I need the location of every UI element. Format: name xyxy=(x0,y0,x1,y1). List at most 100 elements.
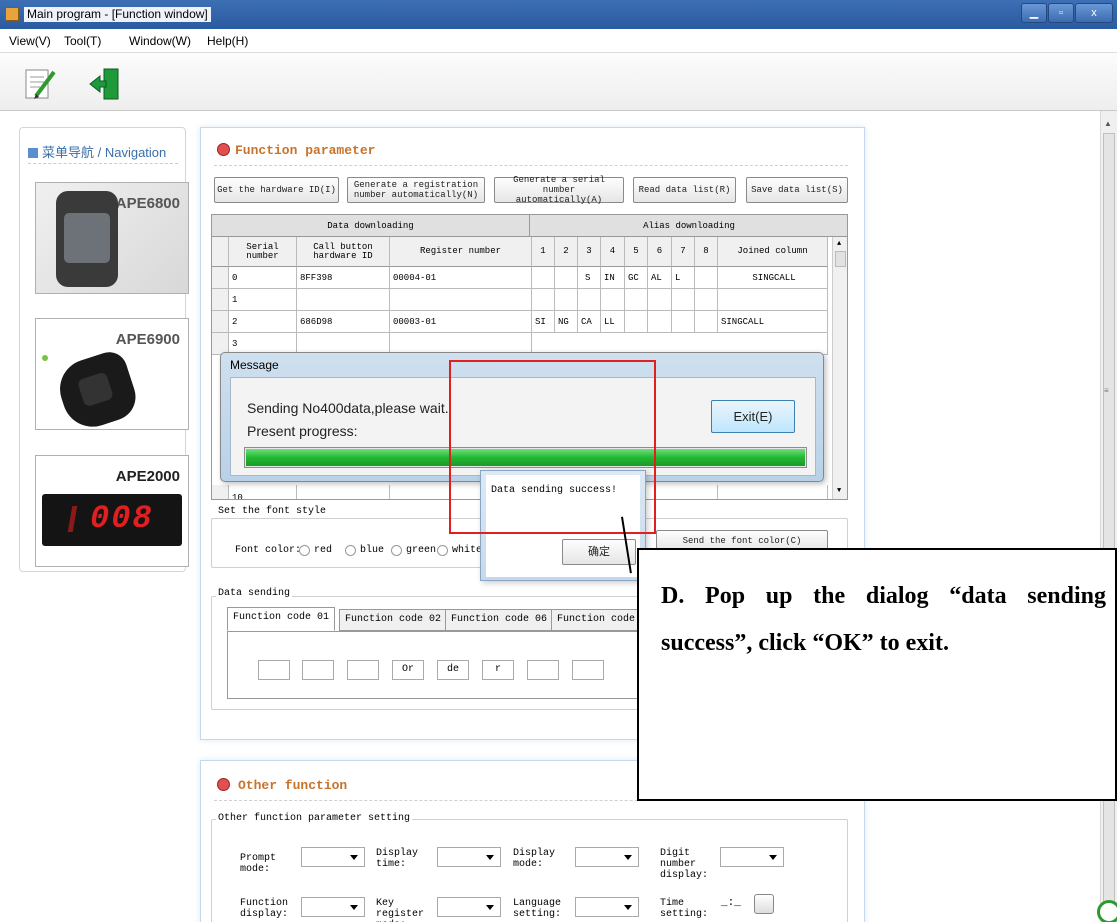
edit-icon[interactable] xyxy=(22,64,58,104)
scroll-down-icon[interactable]: ▼ xyxy=(837,487,841,495)
column-header[interactable]: 8 xyxy=(695,237,718,267)
table-cell[interactable]: SINGCALL xyxy=(718,267,828,289)
table-cell[interactable]: CA xyxy=(578,311,601,333)
function-display-select[interactable] xyxy=(301,897,365,917)
code-input-4[interactable]: Or xyxy=(392,660,424,680)
table-cell[interactable]: NG xyxy=(555,311,578,333)
key-register-select[interactable] xyxy=(437,897,501,917)
column-header[interactable]: 7 xyxy=(672,237,695,267)
menu-help[interactable]: Help(H) xyxy=(207,34,248,48)
menu-window[interactable]: Window(W) xyxy=(129,34,191,48)
read-data-list-button[interactable]: Read data list(R) xyxy=(633,177,736,203)
table-cell[interactable] xyxy=(297,289,390,311)
table-cell[interactable]: AL xyxy=(648,267,672,289)
column-header[interactable]: 6 xyxy=(648,237,672,267)
table-cell[interactable]: 10 xyxy=(229,485,297,499)
column-header[interactable]: 5 xyxy=(625,237,648,267)
column-header[interactable]: Register number xyxy=(390,237,532,267)
table-cell[interactable] xyxy=(718,485,828,499)
table-cell[interactable]: SI xyxy=(532,311,555,333)
close-button[interactable]: x xyxy=(1075,3,1113,23)
device-card-ape6900[interactable]: APE6900 xyxy=(35,318,189,435)
tab-function-code-01[interactable]: Function code 01 xyxy=(227,607,336,631)
column-header[interactable]: 2 xyxy=(555,237,578,267)
table-cell[interactable]: 0 xyxy=(229,267,297,289)
table-cell[interactable] xyxy=(532,267,555,289)
table-cell[interactable] xyxy=(695,289,718,311)
table-cell[interactable]: LL xyxy=(601,311,625,333)
table-cell[interactable] xyxy=(555,267,578,289)
row-header[interactable] xyxy=(212,485,229,499)
column-header[interactable]: 3 xyxy=(578,237,601,267)
menu-view[interactable]: View(V) xyxy=(9,34,51,48)
table-cell[interactable] xyxy=(672,311,695,333)
display-time-select[interactable] xyxy=(437,847,501,867)
save-data-list-button[interactable]: Save data list(S) xyxy=(746,177,848,203)
code-input-8[interactable] xyxy=(572,660,604,680)
table-cell[interactable] xyxy=(625,311,648,333)
table-cell[interactable] xyxy=(695,311,718,333)
code-input-6[interactable]: r xyxy=(482,660,514,680)
display-mode-select[interactable] xyxy=(575,847,639,867)
code-input-2[interactable] xyxy=(302,660,334,680)
tab-function-code[interactable]: Function code xyxy=(551,609,641,631)
digit-number-select[interactable] xyxy=(720,847,784,867)
table-cell[interactable] xyxy=(601,289,625,311)
table-cell[interactable]: SINGCALL xyxy=(718,311,828,333)
language-setting-select[interactable] xyxy=(575,897,639,917)
prompt-mode-select[interactable] xyxy=(301,847,365,867)
code-input-3[interactable] xyxy=(347,660,379,680)
table-cell[interactable]: L xyxy=(672,267,695,289)
table-cell[interactable] xyxy=(648,311,672,333)
column-header[interactable]: Joined column xyxy=(718,237,828,267)
radio-green[interactable] xyxy=(391,545,402,556)
table-cell[interactable]: 2 xyxy=(229,311,297,333)
table-cell[interactable] xyxy=(297,485,390,499)
tab-function-code-02[interactable]: Function code 02 xyxy=(339,609,448,631)
generate-serial-button[interactable]: Generate a serial number automatically(A… xyxy=(494,175,624,205)
radio-blue[interactable] xyxy=(345,545,356,556)
table-cell[interactable]: 1 xyxy=(229,289,297,311)
time-value[interactable]: _:_ xyxy=(721,897,741,909)
table-cell[interactable]: 00004-01 xyxy=(390,267,532,289)
grid-scrollbar[interactable]: ▲ ▼ xyxy=(832,237,847,499)
row-header-corner[interactable] xyxy=(212,237,229,267)
code-input-5[interactable]: de xyxy=(437,660,469,680)
code-input-7[interactable] xyxy=(527,660,559,680)
radio-red[interactable] xyxy=(299,545,310,556)
scroll-thumb[interactable] xyxy=(835,251,846,267)
table-cell[interactable] xyxy=(718,289,828,311)
row-header[interactable] xyxy=(212,289,229,311)
radio-white[interactable] xyxy=(437,545,448,556)
exit-door-icon[interactable] xyxy=(88,66,122,102)
table-cell[interactable] xyxy=(625,289,648,311)
table-cell[interactable]: 8FF398 xyxy=(297,267,390,289)
tab-function-code-06[interactable]: Function code 06 xyxy=(445,609,554,631)
get-hardware-id-button[interactable]: Get the hardware ID(I) xyxy=(214,177,339,203)
menu-tool[interactable]: Tool(T) xyxy=(64,34,101,48)
row-header[interactable] xyxy=(212,267,229,289)
minimize-button[interactable]: ▁ xyxy=(1021,3,1047,23)
device-card-ape2000[interactable]: APE2000 008 xyxy=(35,455,189,567)
table-cell[interactable] xyxy=(390,289,532,311)
table-cell[interactable] xyxy=(648,289,672,311)
table-cell[interactable]: S xyxy=(578,267,601,289)
maximize-button[interactable]: ▫ xyxy=(1048,3,1074,23)
table-cell[interactable]: GC xyxy=(625,267,648,289)
column-header[interactable]: Call button hardware ID xyxy=(297,237,390,267)
table-cell[interactable] xyxy=(695,267,718,289)
scroll-up-icon[interactable]: ▲ xyxy=(837,240,841,248)
column-header[interactable]: 4 xyxy=(601,237,625,267)
exit-button[interactable]: Exit(E) xyxy=(711,400,795,433)
time-picker-button[interactable] xyxy=(754,894,774,914)
column-header[interactable]: 1 xyxy=(532,237,555,267)
code-input-1[interactable] xyxy=(258,660,290,680)
table-cell[interactable] xyxy=(555,289,578,311)
table-cell[interactable]: IN xyxy=(601,267,625,289)
column-header[interactable]: Serial number xyxy=(229,237,297,267)
table-cell[interactable]: 00003-01 xyxy=(390,311,532,333)
table-cell[interactable] xyxy=(532,289,555,311)
table-cell[interactable] xyxy=(672,289,695,311)
table-cell[interactable] xyxy=(578,289,601,311)
device-card-ape6800[interactable]: APE6800 xyxy=(35,182,189,294)
